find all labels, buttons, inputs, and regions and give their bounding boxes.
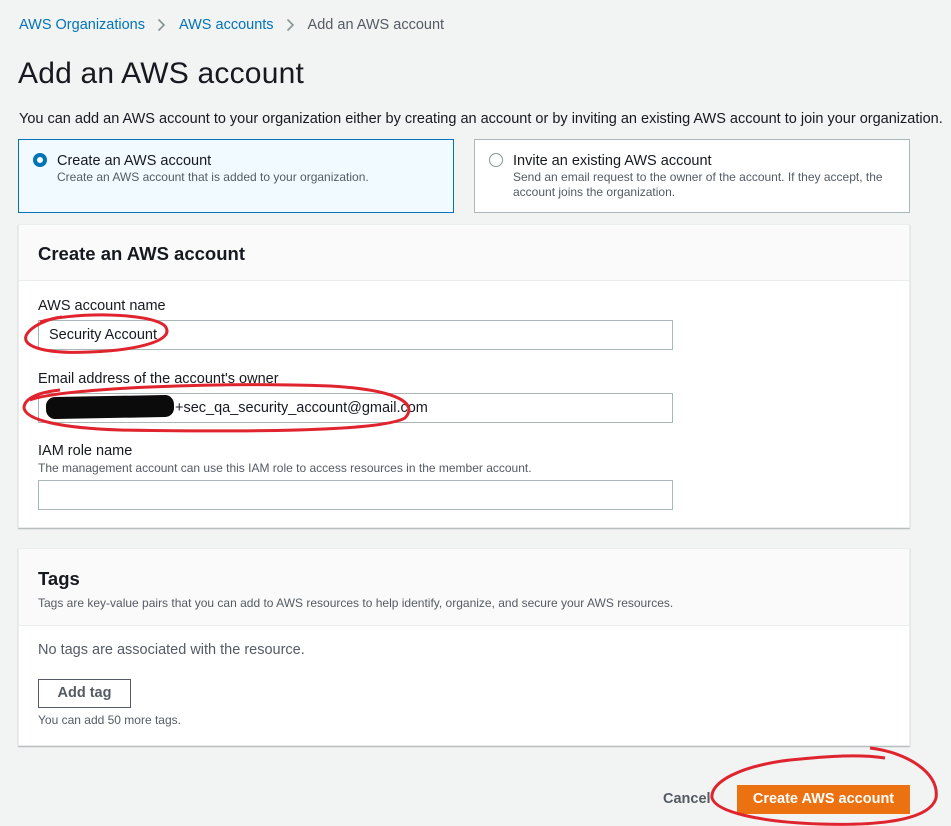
redaction-mark (45, 394, 175, 420)
tags-limit-text: You can add 50 more tags. (38, 713, 181, 727)
breadcrumb-aws-organizations[interactable]: AWS Organizations (19, 17, 145, 33)
radio-invite-account[interactable] (489, 153, 503, 167)
cancel-button[interactable]: Cancel (663, 791, 711, 807)
page-intro: You can add an AWS account to your organ… (19, 111, 943, 127)
option-create-account[interactable]: Create an AWS account Create an AWS acco… (18, 139, 454, 213)
option-create-title: Create an AWS account (57, 153, 212, 169)
add-tag-button[interactable]: Add tag (38, 679, 131, 708)
chevron-right-icon (145, 18, 179, 32)
option-create-desc: Create an AWS account that is added to y… (57, 170, 369, 184)
tags-panel-header: Tags Tags are key-value pairs that you c… (19, 549, 909, 626)
create-account-heading: Create an AWS account (38, 243, 245, 264)
iam-role-description: The management account can use this IAM … (38, 461, 532, 475)
tags-heading: Tags (38, 568, 80, 589)
tags-panel: Tags Tags are key-value pairs that you c… (18, 548, 910, 746)
tags-description: Tags are key-value pairs that you can ad… (38, 596, 674, 610)
breadcrumb: AWS Organizations AWS accounts Add an AW… (19, 17, 444, 33)
breadcrumb-aws-accounts[interactable]: AWS accounts (179, 17, 274, 33)
create-account-panel-header: Create an AWS account (19, 225, 909, 281)
account-name-input[interactable] (38, 320, 673, 350)
iam-role-label: IAM role name (38, 443, 133, 459)
tags-empty-message: No tags are associated with the resource… (38, 642, 305, 658)
option-invite-account[interactable]: Invite an existing AWS account Send an e… (474, 139, 910, 213)
email-value: +sec_qa_security_account@gmail.com (175, 400, 428, 416)
option-invite-desc: Send an email request to the owner of th… (513, 170, 883, 199)
breadcrumb-current: Add an AWS account (307, 17, 445, 33)
create-account-panel: Create an AWS account AWS account name E… (18, 224, 910, 528)
email-label: Email address of the account's owner (38, 371, 279, 387)
iam-role-input[interactable] (38, 480, 673, 510)
option-invite-title: Invite an existing AWS account (513, 153, 712, 169)
chevron-right-icon (274, 18, 308, 32)
page-title: Add an AWS account (18, 57, 304, 90)
create-aws-account-button[interactable]: Create AWS account (737, 785, 910, 814)
radio-create-account[interactable] (33, 153, 47, 167)
account-name-label: AWS account name (38, 298, 166, 314)
